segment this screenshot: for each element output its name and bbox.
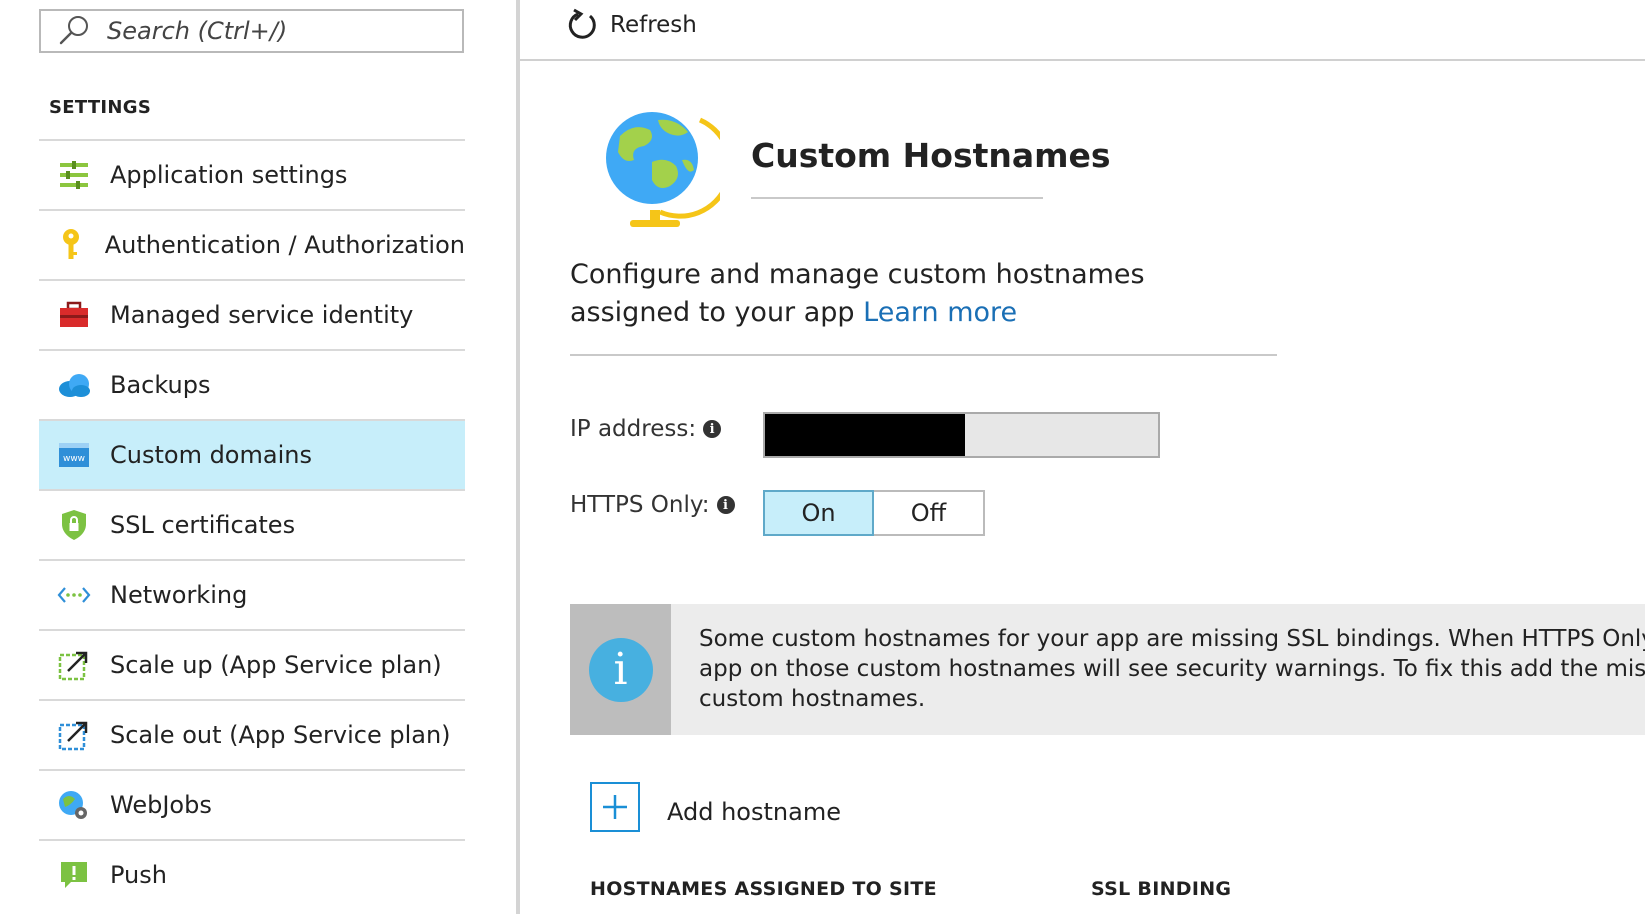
- sidebar-item-label: Custom domains: [110, 441, 312, 469]
- sidebar-item-label: Scale up (App Service plan): [110, 651, 442, 679]
- banner-line: Some custom hostnames for your app are m…: [699, 626, 1645, 652]
- push-icon: [56, 857, 92, 893]
- settings-section-header: SETTINGS: [49, 97, 152, 118]
- sidebar-item-label: Scale out (App Service plan): [110, 721, 451, 749]
- page-description: Configure and manage custom hostnames as…: [570, 256, 1260, 332]
- ip-address-label-text: IP address:: [570, 416, 697, 442]
- sidebar-item-networking[interactable]: Networking: [39, 559, 465, 629]
- banner-line: custom hostnames.: [699, 686, 926, 712]
- ssl-warning-banner: i Some custom hostnames for your app are…: [570, 604, 1645, 735]
- sidebar-item-managed-service-identity[interactable]: Managed service identity: [39, 279, 465, 349]
- https-off-option[interactable]: Off: [874, 490, 985, 536]
- add-hostname-button[interactable]: [590, 782, 640, 832]
- title-underline: [751, 197, 1043, 199]
- networking-icon: [56, 577, 92, 613]
- info-icon: i: [588, 637, 653, 702]
- page-title: Custom Hostnames: [751, 136, 1111, 175]
- www-icon: www: [56, 437, 92, 473]
- refresh-label: Refresh: [610, 12, 697, 38]
- sidebar-item-webjobs[interactable]: WebJobs: [39, 769, 465, 839]
- sidebar-item-label: Networking: [110, 581, 248, 609]
- sidebar-item-authentication[interactable]: Authentication / Authorization: [39, 209, 465, 279]
- sidebar-item-push[interactable]: Push: [39, 839, 465, 909]
- description-text: Configure and manage custom hostnames as…: [570, 259, 1145, 328]
- sidebar: SETTINGS Application settings Authentica…: [0, 0, 518, 914]
- command-bar: Refresh: [520, 0, 1645, 61]
- search-input[interactable]: [105, 16, 449, 46]
- learn-more-link[interactable]: Learn more: [863, 297, 1017, 328]
- banner-message: Some custom hostnames for your app are m…: [699, 624, 1645, 714]
- banner-line: app on those custom hostnames will see s…: [699, 656, 1645, 682]
- column-header-hostnames: HOSTNAMES ASSIGNED TO SITE: [590, 878, 937, 900]
- add-hostname-label[interactable]: Add hostname: [667, 798, 841, 826]
- globe-icon: [606, 112, 720, 227]
- scale-out-icon: [56, 717, 92, 753]
- cloud-backup-icon: [56, 367, 92, 403]
- sidebar-item-backups[interactable]: Backups: [39, 349, 465, 419]
- sidebar-item-scale-out[interactable]: Scale out (App Service plan): [39, 699, 465, 769]
- plus-icon: [603, 795, 627, 819]
- https-only-toggle: On Off: [763, 490, 985, 536]
- sidebar-item-label: Application settings: [110, 161, 348, 189]
- app-settings-icon: [56, 157, 92, 193]
- search-box[interactable]: [39, 9, 464, 53]
- banner-icon-area: i: [570, 604, 671, 735]
- sidebar-item-ssl-certificates[interactable]: SSL certificates: [39, 489, 465, 559]
- settings-menu: Application settings Authentication / Au…: [39, 139, 465, 909]
- https-on-option[interactable]: On: [763, 490, 874, 536]
- ip-address-value: [763, 412, 1160, 458]
- refresh-icon: [568, 8, 596, 39]
- https-only-label-text: HTTPS Only:: [570, 492, 710, 518]
- sidebar-item-label: WebJobs: [110, 791, 212, 819]
- sidebar-item-label: Managed service identity: [110, 301, 414, 329]
- sidebar-item-label: Backups: [110, 371, 211, 399]
- ip-address-label: IP address: i: [570, 416, 722, 442]
- https-only-label: HTTPS Only: i: [570, 492, 735, 518]
- search-icon: [59, 16, 88, 45]
- sidebar-item-custom-domains[interactable]: www Custom domains: [39, 419, 465, 489]
- key-icon: [56, 227, 87, 263]
- shield-lock-icon: [56, 507, 92, 543]
- refresh-button[interactable]: Refresh: [566, 8, 697, 42]
- section-divider: [570, 354, 1277, 356]
- info-icon[interactable]: i: [703, 420, 722, 438]
- scale-up-icon: [56, 647, 92, 683]
- sidebar-item-label: Authentication / Authorization: [104, 231, 465, 259]
- sidebar-item-scale-up[interactable]: Scale up (App Service plan): [39, 629, 465, 699]
- sidebar-item-label: SSL certificates: [110, 511, 296, 539]
- toolbox-icon: [56, 297, 92, 333]
- redaction-block: [765, 414, 965, 456]
- sidebar-item-label: Push: [110, 861, 167, 889]
- webjobs-icon: [56, 787, 92, 823]
- svg-text:www: www: [63, 454, 85, 464]
- info-icon[interactable]: i: [716, 496, 735, 514]
- sidebar-item-application-settings[interactable]: Application settings: [39, 139, 465, 209]
- pane-divider[interactable]: [516, 0, 520, 914]
- column-header-ssl-binding: SSL BINDING: [1091, 878, 1232, 900]
